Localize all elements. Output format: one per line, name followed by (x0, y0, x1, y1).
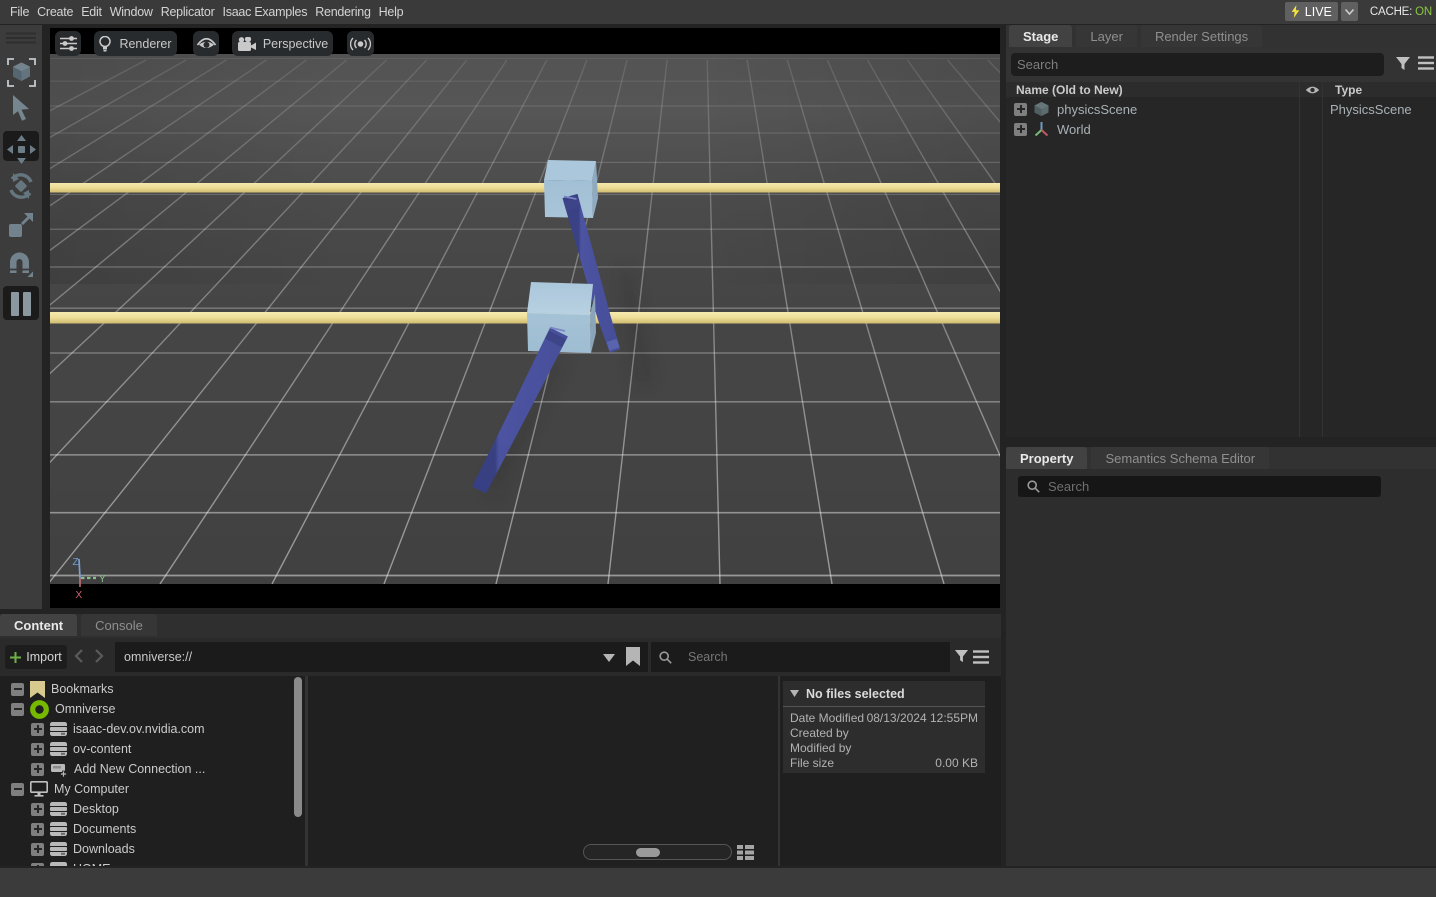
svg-text:Z: Z (73, 557, 79, 568)
svg-text:Y: Y (99, 574, 106, 585)
svg-text:X: X (76, 590, 83, 601)
